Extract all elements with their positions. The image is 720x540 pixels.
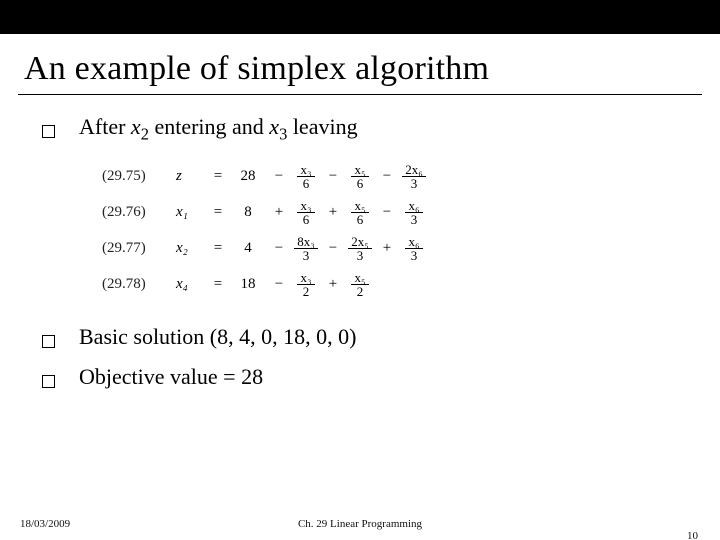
content-area: After x2 entering and x3 leaving (29.75)… xyxy=(0,113,720,392)
fraction-num: 8x₃ xyxy=(294,235,318,250)
equation-label: (29.76) xyxy=(102,204,176,221)
bullet-1-x3: x xyxy=(269,114,279,139)
fraction-num: x₅ xyxy=(351,163,368,178)
fraction-num: 2x₅ xyxy=(348,235,372,250)
bullet-1: After x2 entering and x3 leaving xyxy=(42,113,678,145)
equation-var: z xyxy=(176,168,206,185)
footer-page: 10 xyxy=(687,530,698,540)
equals-sign: = xyxy=(206,240,230,257)
fraction: 2x₅3 xyxy=(346,235,374,263)
equation-op: − xyxy=(320,168,346,185)
equation-op: − xyxy=(374,168,400,185)
fraction-num: x₃ xyxy=(297,163,314,178)
equation-op: − xyxy=(320,240,346,257)
equals-sign: = xyxy=(206,168,230,185)
bullet-2-text: Basic solution (8, 4, 0, 18, 0, 0) xyxy=(79,323,356,352)
fraction-den: 2 xyxy=(300,285,313,299)
fraction-den: 6 xyxy=(300,177,313,191)
fraction-num: x₃ xyxy=(297,199,314,214)
equation-label: (29.78) xyxy=(102,276,176,293)
equation-label: (29.77) xyxy=(102,240,176,257)
equation-label: (29.75) xyxy=(102,168,176,185)
bullet-1-x2-sub: 2 xyxy=(141,124,149,143)
bullet-marker-icon xyxy=(42,125,55,138)
footer-center: Ch. 29 Linear Programming xyxy=(0,518,720,530)
bullet-1-x2: x xyxy=(131,114,141,139)
fraction-num: x₅ xyxy=(351,199,368,214)
fraction-den: 3 xyxy=(408,177,421,191)
fraction-den: 6 xyxy=(354,177,367,191)
footer: 18/03/2009 Ch. 29 Linear Programming 10 xyxy=(0,518,720,530)
equation-row: (29.76)x₁=8+x₃6+x₅6−x₆3 xyxy=(102,195,678,231)
bullet-1-prefix: After xyxy=(79,114,131,139)
fraction: x₅6 xyxy=(346,163,374,191)
equation-const: 8 xyxy=(230,204,266,221)
title-underline xyxy=(18,94,702,95)
equation-const: 28 xyxy=(230,168,266,185)
equals-sign: = xyxy=(206,276,230,293)
fraction: x₃6 xyxy=(292,199,320,227)
slide-title: An example of simplex algorithm xyxy=(24,50,696,88)
fraction: x₃2 xyxy=(292,271,320,299)
fraction-den: 6 xyxy=(354,213,367,227)
bullet-1-text: After x2 entering and x3 leaving xyxy=(79,113,358,145)
equals-sign: = xyxy=(206,204,230,221)
equation-op: − xyxy=(266,240,292,257)
fraction-den: 3 xyxy=(354,249,367,263)
fraction-num: x₅ xyxy=(351,271,368,286)
equation-const: 4 xyxy=(230,240,266,257)
equation-op: − xyxy=(374,204,400,221)
fraction: x₅6 xyxy=(346,199,374,227)
fraction-num: 2x₆ xyxy=(402,163,426,178)
equation-op: + xyxy=(266,204,292,221)
fraction-den: 3 xyxy=(408,213,421,227)
equation-const: 18 xyxy=(230,276,266,293)
fraction-num: x₃ xyxy=(297,271,314,286)
fraction-den: 3 xyxy=(408,249,421,263)
fraction-den: 2 xyxy=(354,285,367,299)
footer-date: 18/03/2009 xyxy=(20,518,70,530)
equation-op: + xyxy=(320,204,346,221)
equation-var: x₂ xyxy=(176,240,206,257)
equation-row: (29.77)x₂=4−8x₃3−2x₅3+x₆3 xyxy=(102,231,678,267)
bullet-3: Objective value = 28 xyxy=(42,363,678,392)
fraction: x₃6 xyxy=(292,163,320,191)
fraction-den: 3 xyxy=(300,249,313,263)
bullet-marker-icon xyxy=(42,375,55,388)
bullet-2: Basic solution (8, 4, 0, 18, 0, 0) xyxy=(42,323,678,352)
fraction: x₆3 xyxy=(400,235,428,263)
equation-var: x₁ xyxy=(176,204,206,221)
equations-block: (29.75)z=28−x₃6−x₅6−2x₆3(29.76)x₁=8+x₃6+… xyxy=(102,159,678,303)
equation-op: + xyxy=(374,240,400,257)
fraction-den: 6 xyxy=(300,213,313,227)
fraction: x₅2 xyxy=(346,271,374,299)
fraction: 2x₆3 xyxy=(400,163,428,191)
bullet-marker-icon xyxy=(42,335,55,348)
equation-op: − xyxy=(266,276,292,293)
equation-row: (29.75)z=28−x₃6−x₅6−2x₆3 xyxy=(102,159,678,195)
bullet-1-suffix: leaving xyxy=(287,114,357,139)
fraction: 8x₃3 xyxy=(292,235,320,263)
top-black-bar xyxy=(0,0,720,34)
equation-op: + xyxy=(320,276,346,293)
fraction-num: x₆ xyxy=(405,235,422,250)
fraction: x₆3 xyxy=(400,199,428,227)
equation-var: x₄ xyxy=(176,276,206,293)
bullet-1-mid: entering and xyxy=(149,114,269,139)
fraction-num: x₆ xyxy=(405,199,422,214)
bullet-3-text: Objective value = 28 xyxy=(79,363,263,392)
equation-op: − xyxy=(266,168,292,185)
equation-row: (29.78)x₄=18−x₃2+x₅2 xyxy=(102,267,678,303)
